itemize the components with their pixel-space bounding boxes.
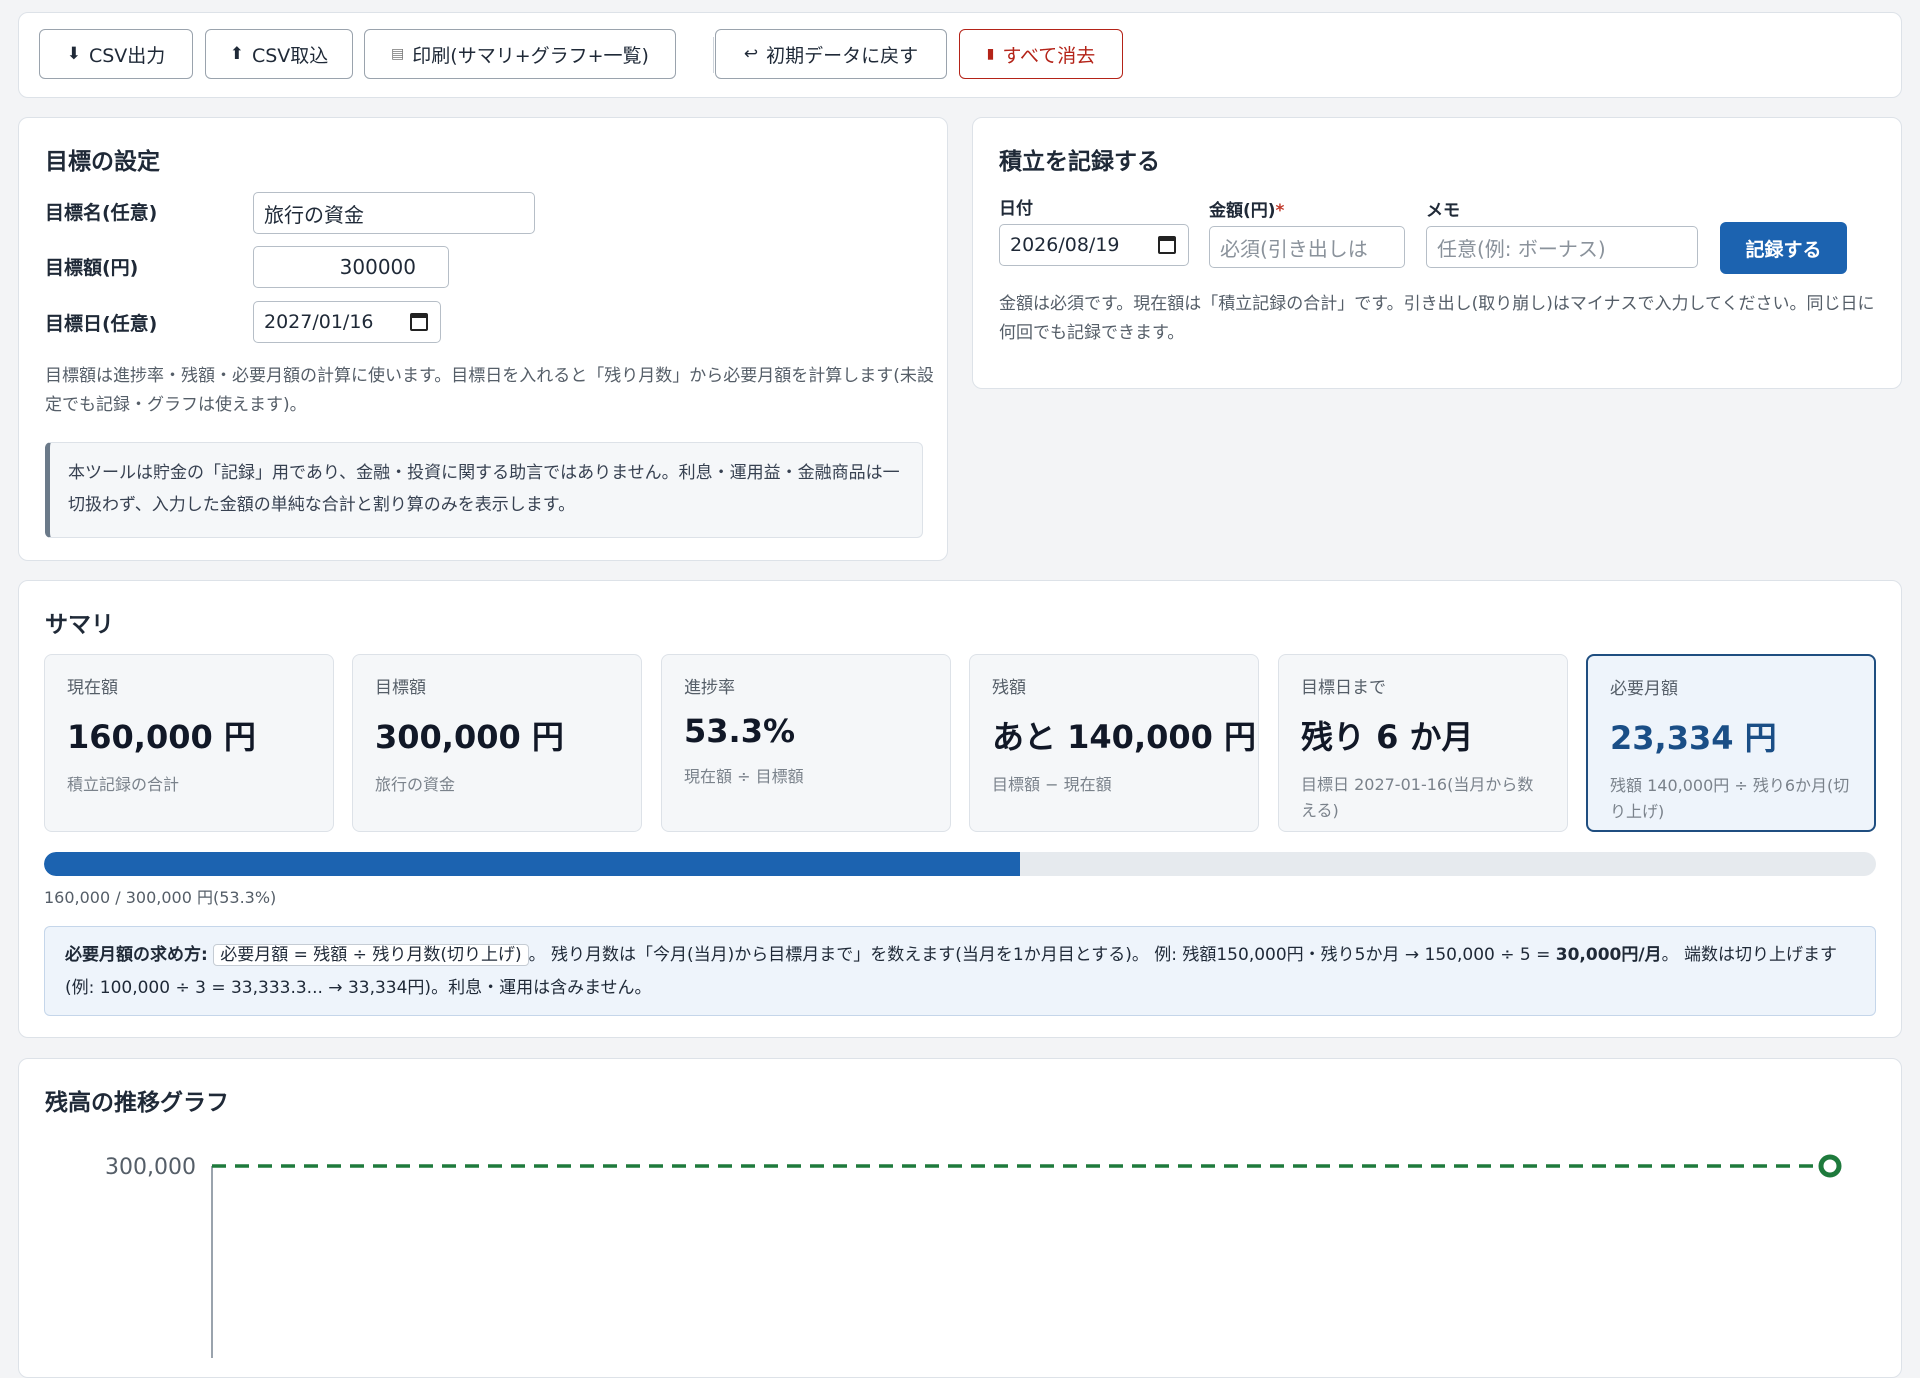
record-help-text: 金額は必須です。現在額は「積立記録の合計」です。引き出し(取り崩し)はマイナスで…: [999, 294, 1875, 343]
goal-name-input[interactable]: 旅行の資金: [253, 192, 535, 234]
csv-export-button[interactable]: ⬇ CSV出力: [39, 29, 193, 79]
progress-label: 160,000 / 300,000 円(53.3%): [44, 888, 277, 907]
summary-card-progress: 進捗率 53.3% 現在額 ÷ 目標額: [661, 654, 951, 832]
record-date-input[interactable]: 2026/08/19: [999, 224, 1189, 266]
progress-bar: [44, 852, 1876, 876]
progress-bar-fill: [44, 852, 1021, 876]
record-amount-input[interactable]: 必須(引き出しは: [1209, 226, 1405, 268]
record-memo-input[interactable]: 任意(例: ボーナス): [1426, 226, 1698, 268]
toolbar-divider: [713, 37, 714, 73]
print-button[interactable]: ▤ 印刷(サマリ+グラフ+一覧): [364, 29, 676, 79]
csv-import-button[interactable]: ⬆ CSV取込: [205, 29, 353, 79]
record-memo-label: メモ: [1426, 201, 1460, 221]
undo-icon: ↩: [743, 44, 759, 64]
goal-date-label: 目標日(任意): [45, 313, 158, 335]
summary-card-remaining: 残額 あと 140,000 円 目標額 − 現在額: [969, 654, 1259, 832]
chart-panel: 残高の推移グラフ: [18, 1058, 1902, 1378]
upload-icon: ⬆: [229, 44, 244, 64]
clear-all-button[interactable]: ▮ すべて消去: [959, 29, 1123, 79]
record-title: 積立を記録する: [999, 149, 1160, 175]
record-date-label: 日付: [999, 199, 1033, 219]
goal-amount-input[interactable]: 300000: [253, 246, 449, 288]
record-submit-button[interactable]: 記録する: [1720, 222, 1847, 274]
printer-icon: ▤: [391, 46, 405, 62]
record-amount-label: 金額(円)*: [1209, 201, 1285, 221]
goal-help-text: 目標額は進捗率・残額・必要月額の計算に使います。目標日を入れると「残り月数」から…: [45, 366, 934, 415]
calendar-icon[interactable]: [1158, 236, 1176, 254]
goal-settings-panel: 目標の設定 目標名(任意) 旅行の資金 目標額(円) 300000 目標日(任意…: [18, 117, 948, 561]
summary-card-months-left: 目標日まで 残り 6 か月 目標日 2027-01-16(当月から数える): [1278, 654, 1568, 832]
summary-card-current: 現在額 160,000 円 積立記録の合計: [44, 654, 334, 832]
reset-button[interactable]: ↩ 初期データに戻す: [715, 29, 947, 79]
disclaimer-note: 本ツールは貯金の「記録」用であり、金融・投資に関する助言ではありません。利息・運…: [45, 442, 923, 538]
record-panel: 積立を記録する 日付 2026/08/19 金額(円)* 必須(引き出しは メモ…: [972, 117, 1902, 389]
goal-date-input[interactable]: 2027/01/16: [253, 301, 441, 343]
summary-title: サマリ: [45, 612, 114, 638]
goal-settings-title: 目標の設定: [45, 149, 160, 175]
goal-amount-label: 目標額(円): [45, 257, 139, 279]
formula-note: 必要月額の求め方: 必要月額 = 残額 ÷ 残り月数(切り上げ)。 残り月数は「…: [44, 926, 1876, 1016]
required-mark: *: [1275, 201, 1285, 221]
calendar-icon[interactable]: [410, 313, 428, 331]
summary-card-goal: 目標額 300,000 円 旅行の資金: [352, 654, 642, 832]
trash-icon: ▮: [986, 46, 995, 62]
summary-card-monthly-required: 必要月額 23,334 円 残額 140,000円 ÷ 残り6か月(切り上げ): [1586, 654, 1876, 832]
formula-lead: 必要月額の求め方:: [65, 945, 208, 965]
toolbar: ⬇ CSV出力 ⬆ CSV取込 ▤ 印刷(サマリ+グラフ+一覧) ↩ 初期データに戻す …: [18, 12, 1902, 98]
chart-title: 残高の推移グラフ: [45, 1090, 229, 1116]
formula-code: 必要月額 = 残額 ÷ 残り月数(切り上げ): [213, 944, 529, 966]
download-icon: ⬇: [66, 44, 81, 64]
goal-name-label: 目標名(任意): [45, 202, 158, 224]
